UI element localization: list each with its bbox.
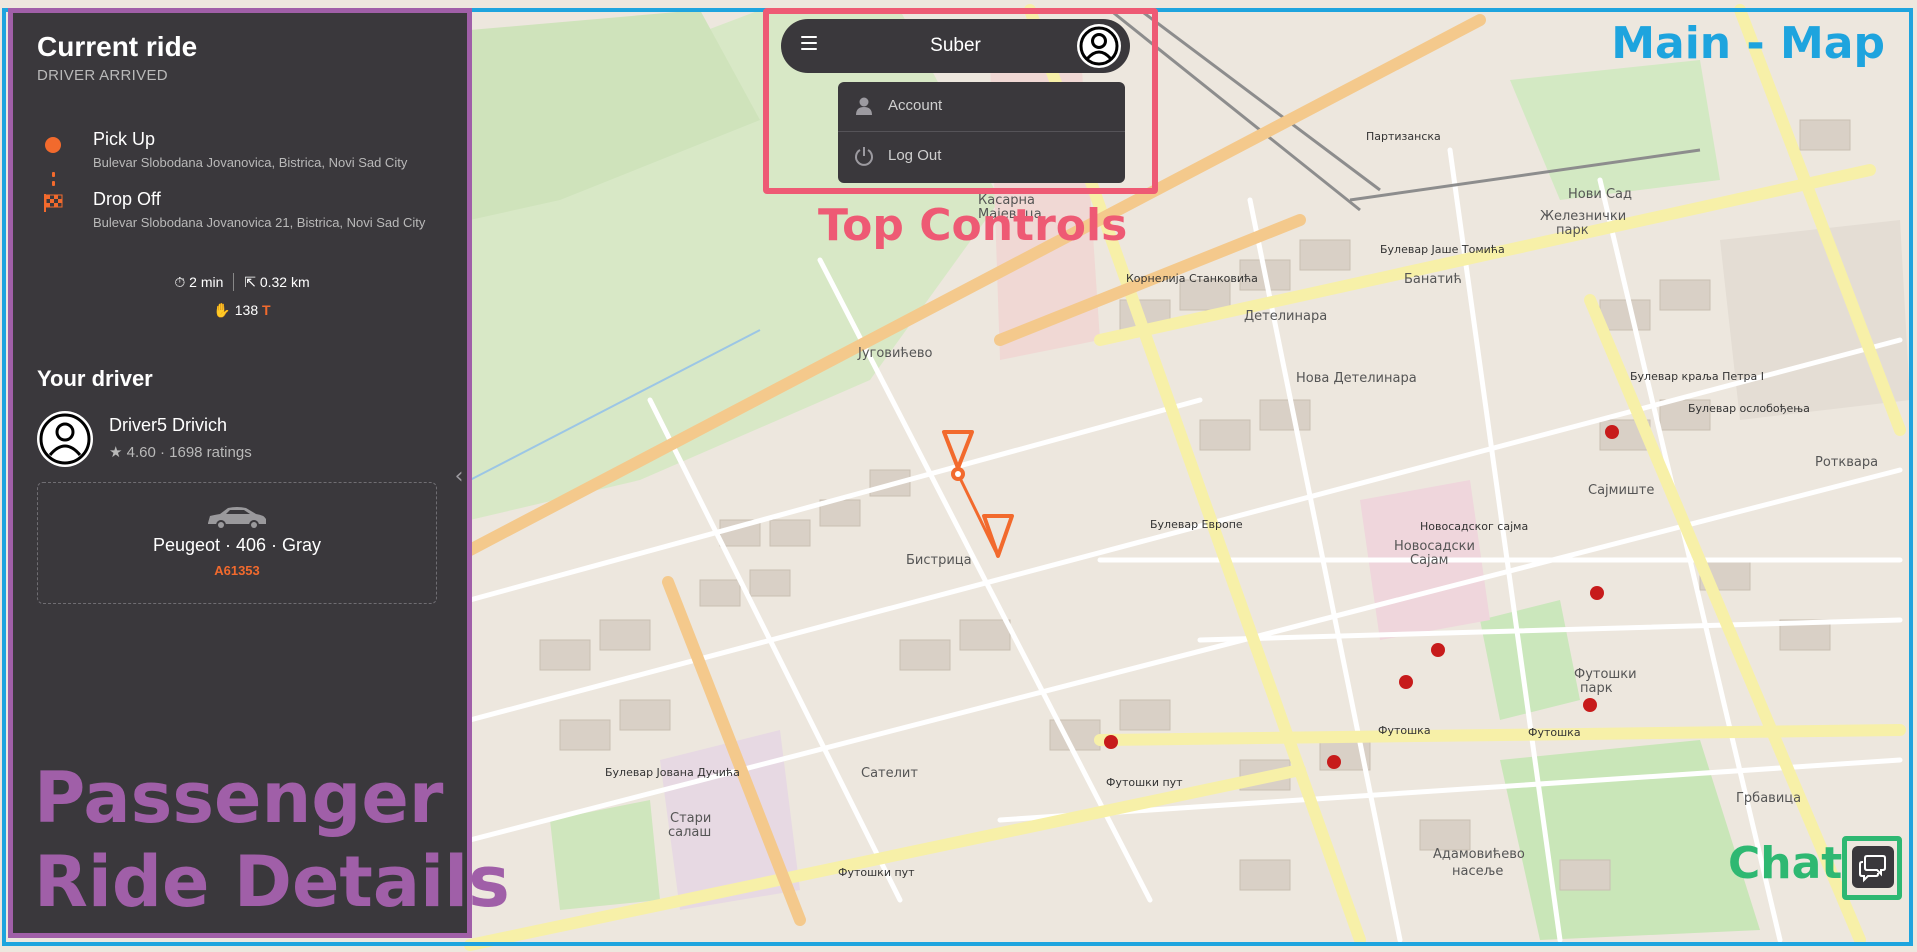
- route-dash: [52, 181, 55, 186]
- svg-text:Нови Сад: Нови Сад: [1568, 187, 1632, 202]
- svg-text:Булевар краља Петра I: Булевар краља Петра I: [1630, 370, 1764, 383]
- top-controls-annotation: Top Controls: [818, 200, 1128, 251]
- chat-button[interactable]: [1852, 846, 1894, 888]
- map-label-bistrica: Бистрица: [906, 553, 972, 568]
- svg-text:Југовићево: Југовићево: [857, 346, 933, 361]
- person-icon: [856, 97, 872, 115]
- power-icon: [855, 147, 873, 166]
- dropoff-address: Bulevar Slobodana Jovanovica 21, Bistric…: [93, 215, 426, 230]
- svg-text:Стари: Стари: [670, 811, 711, 826]
- svg-text:Футошки пут: Футошки пут: [838, 866, 915, 879]
- svg-text:парк: парк: [1580, 681, 1613, 696]
- svg-text:Корнелија Станковића: Корнелија Станковића: [1126, 272, 1258, 285]
- top-bar: Suber: [781, 19, 1130, 73]
- driver-rating: ★ 4.60 · 1698 ratings: [109, 444, 252, 461]
- profile-button[interactable]: [1077, 24, 1121, 68]
- svg-text:Сајам: Сајам: [1410, 553, 1448, 568]
- user-icon: [39, 413, 91, 465]
- menu-item-logout[interactable]: Log Out: [838, 132, 1125, 180]
- pickup-label: Pick Up: [93, 129, 156, 149]
- user-icon: [1079, 26, 1119, 66]
- svg-text:Ротквара: Ротквара: [1815, 455, 1878, 470]
- svg-text:насеље: насеље: [1452, 864, 1503, 879]
- ride-title: Current ride: [37, 31, 198, 62]
- svg-text:Железнички: Железнички: [1540, 209, 1626, 224]
- collapse-panel-button[interactable]: ‹: [449, 462, 469, 492]
- svg-text:салаш: салаш: [668, 825, 711, 840]
- vehicle-description: Peugeot · 406 · Gray: [152, 535, 322, 555]
- ride-distance: 0.32 km: [259, 274, 310, 291]
- svg-text:Адамовићево: Адамовићево: [1433, 847, 1525, 862]
- ride-duration: 2 min: [189, 274, 224, 291]
- stat-divider: [233, 273, 235, 292]
- route-dash: [52, 172, 55, 177]
- svg-text:Сателит: Сателит: [861, 766, 918, 781]
- chat-annotation: Chat: [1728, 838, 1843, 889]
- svg-text:Футошки: Футошки: [1574, 667, 1637, 682]
- svg-text:Футошка: Футошка: [1378, 724, 1431, 737]
- chat-bubbles-icon: [1859, 855, 1886, 883]
- main-map-annotation: Main - Map: [1611, 18, 1885, 69]
- svg-text:Партизанска: Партизанска: [1366, 130, 1441, 143]
- vehicle-card: Peugeot · 406 · Gray A61353: [37, 482, 437, 604]
- annotation-line-1: Passenger: [34, 757, 444, 839]
- svg-text:Булевар Јована Дучића: Булевар Јована Дучића: [605, 766, 740, 779]
- menu-item-account[interactable]: Account: [838, 82, 1125, 130]
- driver-section-title: Your driver: [37, 366, 153, 391]
- stopwatch-icon: ⏱: [174, 273, 186, 290]
- passenger-ride-details-annotation: Passenger Ride Details: [34, 756, 510, 924]
- svg-text:Детелинара: Детелинара: [1244, 309, 1327, 324]
- driver-name: Driver5 Drivich: [109, 415, 228, 435]
- svg-text:Нова Детелинара: Нова Детелинара: [1296, 371, 1417, 386]
- payment-hand-icon: ✋: [213, 301, 231, 318]
- ride-price: ✋ 138 T: [37, 301, 447, 319]
- driver-avatar: [37, 411, 93, 467]
- annotation-line-2: Ride Details: [34, 841, 510, 923]
- svg-text:Булевар Јаше Томића: Булевар Јаше Томића: [1380, 243, 1505, 256]
- svg-text:парк: парк: [1556, 223, 1589, 238]
- svg-text:Булевар ослобођења: Булевар ослобођења: [1688, 402, 1810, 415]
- menu-item-label: Account: [888, 97, 943, 114]
- price-value: 138: [234, 302, 259, 319]
- price-currency: T: [262, 302, 271, 319]
- checkered-flag-icon: [44, 194, 63, 212]
- ride-stats: ⏱ 2 min ⇱ 0.32 km: [37, 273, 447, 292]
- svg-text:Новосадски: Новосадски: [1394, 539, 1475, 554]
- distance-icon: ⇱: [244, 273, 256, 290]
- pickup-address: Bulevar Slobodana Jovanovica, Bistrica, …: [93, 155, 408, 170]
- dropoff-label: Drop Off: [93, 189, 161, 209]
- ride-status: DRIVER ARRIVED: [37, 67, 168, 84]
- license-plate: A61353: [214, 563, 260, 578]
- svg-text:Футошка: Футошка: [1528, 726, 1581, 739]
- svg-text:Футошки пут: Футошки пут: [1106, 776, 1183, 789]
- svg-text:Новосадског сајма: Новосадског сајма: [1420, 520, 1528, 533]
- svg-text:Сајмиште: Сајмиште: [1588, 483, 1654, 498]
- account-dropdown-menu: Account Log Out: [838, 82, 1125, 183]
- pickup-dot-icon: [45, 137, 61, 153]
- svg-text:Булевар Европе: Булевар Европе: [1150, 518, 1243, 531]
- menu-item-label: Log Out: [888, 147, 942, 164]
- svg-text:Грбавица: Грбавица: [1736, 791, 1801, 806]
- car-icon: [208, 507, 266, 530]
- svg-text:Банатић: Банатић: [1404, 272, 1462, 287]
